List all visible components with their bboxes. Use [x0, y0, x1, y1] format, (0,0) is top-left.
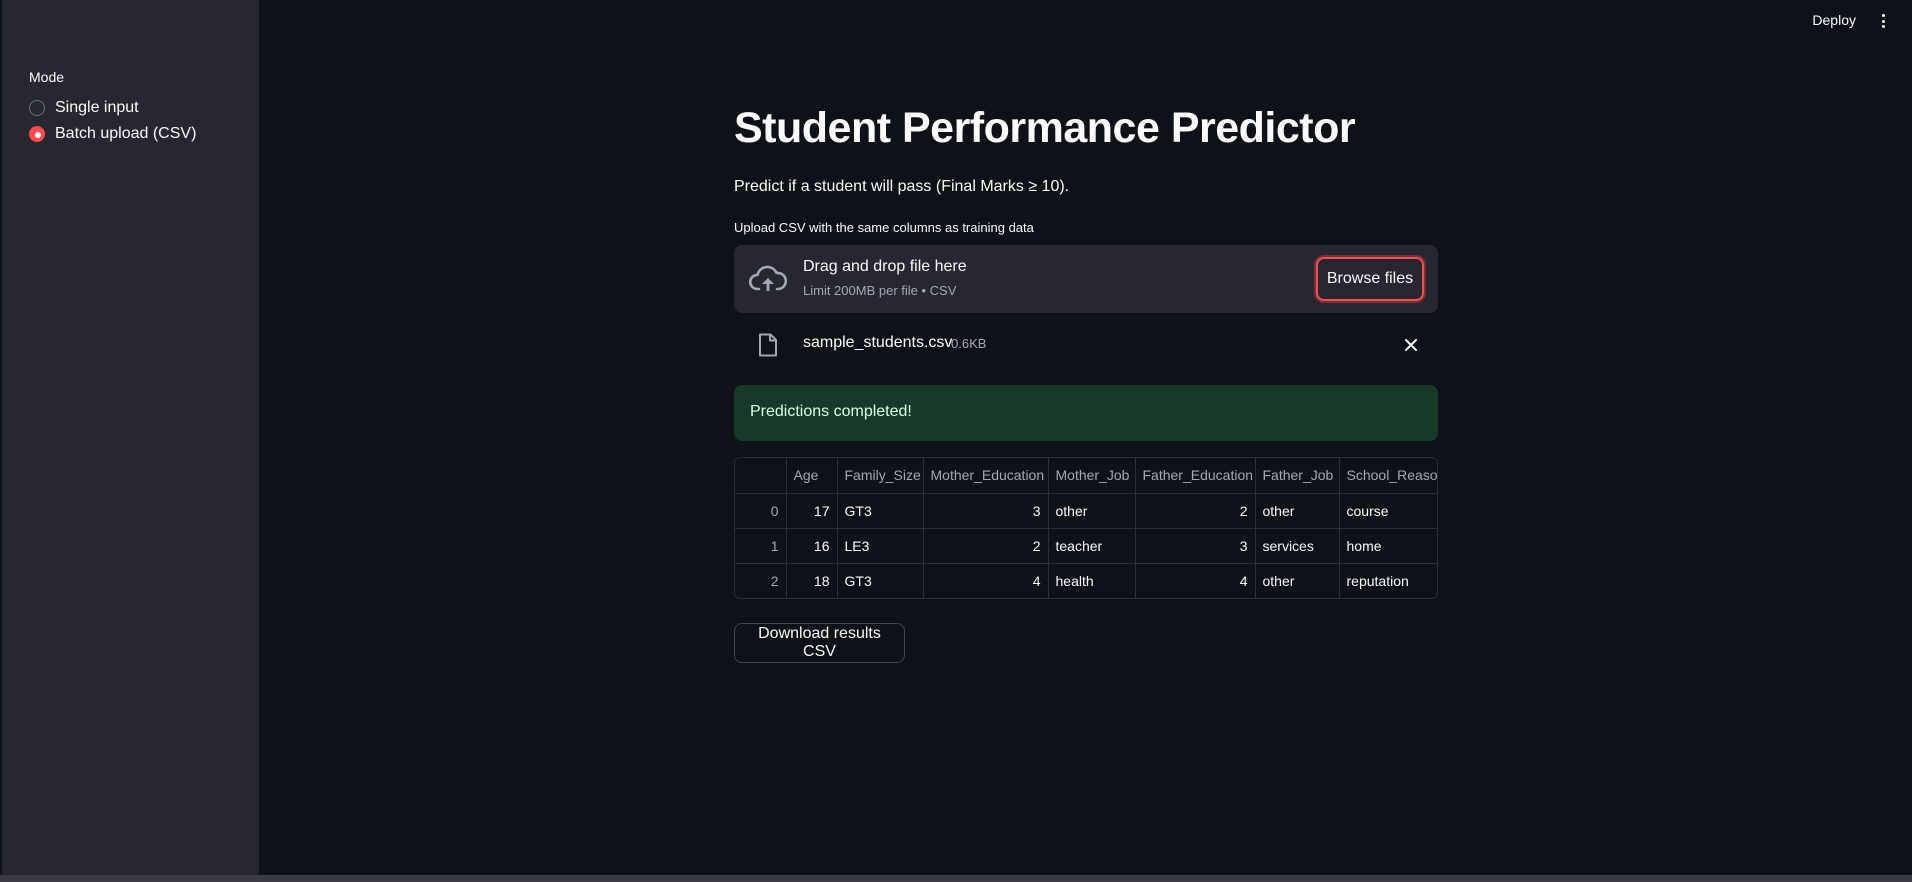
row-index: 2	[735, 563, 787, 598]
table-cell[interactable]: LE3	[837, 528, 924, 564]
radio-batch-upload[interactable]: Batch upload (CSV)	[29, 125, 196, 143]
file-dropzone[interactable]: Drag and drop file here Limit 200MB per …	[734, 245, 1438, 313]
success-message: Predictions completed!	[750, 403, 912, 420]
table-cell[interactable]: 3	[923, 493, 1049, 529]
table-cell[interactable]: 18	[786, 563, 838, 598]
success-alert: Predictions completed!	[734, 385, 1438, 441]
column-header[interactable]: Mother_Job	[1048, 458, 1136, 494]
table-cell[interactable]: other	[1255, 493, 1340, 529]
column-header[interactable]: School_Reason	[1339, 458, 1437, 494]
table-cell[interactable]: 3	[1135, 528, 1256, 564]
column-header[interactable]: Age	[786, 458, 838, 494]
table-cell[interactable]: course	[1339, 493, 1437, 529]
uploader-label: Upload CSV with the same columns as trai…	[734, 220, 1034, 235]
cloud-upload-icon	[749, 265, 787, 291]
table-cell[interactable]: 17	[786, 493, 838, 529]
file-icon	[759, 333, 777, 357]
table-cell[interactable]: health	[1048, 563, 1136, 598]
column-header[interactable]: Family_Size	[837, 458, 924, 494]
table-cell[interactable]: other	[1255, 563, 1340, 598]
row-index: 0	[735, 493, 787, 529]
table-cell[interactable]: 2	[1135, 493, 1256, 529]
radio-single-input[interactable]: Single input	[29, 99, 139, 117]
radio-label-single-input: Single input	[55, 99, 139, 116]
row-index: 1	[735, 528, 787, 564]
kebab-menu-icon[interactable]	[1878, 12, 1888, 30]
table-cell[interactable]: home	[1339, 528, 1437, 564]
app: Mode Single input Batch upload (CSV) Dep…	[0, 0, 1912, 882]
table-row: 0 17 GT3 3 other 2 other course	[735, 493, 1437, 529]
column-header[interactable]: Father_Education	[1135, 458, 1256, 494]
table-cell[interactable]: 2	[923, 528, 1049, 564]
table-cell[interactable]: teacher	[1048, 528, 1136, 564]
file-size: 0.6KB	[951, 336, 987, 351]
column-header[interactable]: Father_Job	[1255, 458, 1340, 494]
radio-unchecked-icon[interactable]	[29, 100, 45, 116]
close-icon[interactable]	[1402, 336, 1420, 354]
table-header-row: Age Family_Size Mother_Education Mother_…	[735, 458, 1437, 494]
table-row: 2 18 GT3 4 health 4 other reputation	[735, 563, 1437, 598]
table-cell[interactable]: 4	[1135, 563, 1256, 598]
page-title: Student Performance Predictor	[734, 104, 1356, 152]
table-cell[interactable]: 16	[786, 528, 838, 564]
deploy-button[interactable]: Deploy	[1812, 12, 1856, 28]
table-cell[interactable]: other	[1048, 493, 1136, 529]
column-header[interactable]	[735, 458, 787, 494]
radio-label-batch-upload: Batch upload (CSV)	[55, 125, 197, 142]
table-cell[interactable]: reputation	[1339, 563, 1437, 598]
page-description: Predict if a student will pass (Final Ma…	[734, 178, 1070, 195]
dropzone-title: Drag and drop file here	[803, 258, 967, 275]
window-bottom-edge	[0, 875, 1912, 882]
download-results-button[interactable]: Download results CSV	[734, 623, 905, 663]
table-cell[interactable]: 4	[923, 563, 1049, 598]
table-cell[interactable]: GT3	[837, 563, 924, 598]
sidebar: Mode Single input Batch upload (CSV)	[2, 0, 259, 875]
radio-checked-icon[interactable]	[29, 126, 45, 142]
mode-label: Mode	[29, 69, 65, 85]
uploaded-file: sample_students.csv 0.6KB	[734, 330, 1438, 360]
table-row: 1 16 LE3 2 teacher 3 services home	[735, 528, 1437, 564]
browse-files-button[interactable]: Browse files	[1316, 257, 1424, 301]
table-cell[interactable]: GT3	[837, 493, 924, 529]
file-name: sample_students.csv	[803, 334, 953, 351]
column-header[interactable]: Mother_Education	[923, 458, 1049, 494]
table-cell[interactable]: services	[1255, 528, 1340, 564]
dropzone-limit: Limit 200MB per file • CSV	[803, 283, 957, 298]
results-table[interactable]: Age Family_Size Mother_Education Mother_…	[734, 457, 1438, 599]
